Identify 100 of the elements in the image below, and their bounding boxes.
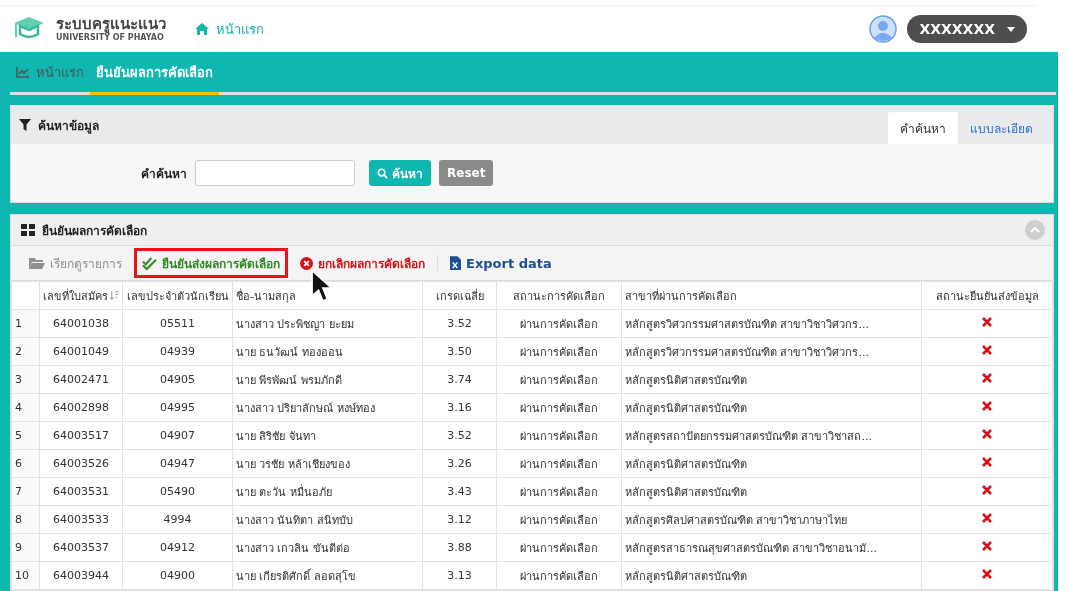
- cancel-circle-icon: [300, 256, 313, 270]
- application-number-cell: 64002471: [39, 365, 123, 394]
- collapse-button[interactable]: [1025, 220, 1045, 240]
- student-id-cell: 4994: [122, 505, 233, 534]
- row-number: 4: [11, 393, 40, 422]
- gpa-cell: 3.88: [422, 533, 497, 562]
- user-avatar-icon[interactable]: [869, 15, 898, 43]
- program-cell: หลักสูตรสาธารณสุขศาสตรบัณฑิต สาขาวิชาอนามั...: [621, 533, 922, 562]
- name-cell: นาย สิริชัย จันทา: [232, 421, 423, 450]
- application-number-cell: 64001049: [39, 337, 123, 366]
- status-cell: ผ่านการคัดเลือก: [496, 393, 622, 422]
- gpa-cell: 3.50: [422, 337, 497, 366]
- gpa-cell: 3.12: [422, 505, 497, 534]
- status-cell: ผ่านการคัดเลือก: [496, 421, 622, 450]
- student-id-cell: 04907: [122, 421, 233, 450]
- application-number-header[interactable]: เลขที่ใบสมัคร: [39, 281, 123, 310]
- name-cell: นางสาว ปริยาลักษณ์ หงษ์ทอง: [232, 393, 423, 422]
- confirm-status-header[interactable]: สถานะยืนยันส่งข้อมูล: [921, 281, 1053, 310]
- program-cell: หลักสูตรนิติศาสตรบัณฑิต: [621, 365, 922, 394]
- status-cell: ผ่านการคัดเลือก: [496, 505, 622, 534]
- folder-icon: [29, 257, 45, 269]
- application-number-cell: 64003533: [39, 505, 123, 534]
- gpa-cell: 3.16: [422, 393, 497, 422]
- gpa-cell: 3.43: [422, 477, 497, 506]
- program-header[interactable]: สาขาที่ผ่านการคัดเลือก: [621, 281, 922, 310]
- search-field[interactable]: [195, 160, 355, 186]
- double-check-icon: [142, 256, 157, 270]
- status-cell: ผ่านการคัดเลือก: [496, 477, 622, 506]
- application-number-cell: 64001038: [39, 309, 123, 338]
- search-field-label: คำค้นหา: [141, 165, 187, 183]
- student-id-header[interactable]: เลขประจำตัวนักเรียน: [122, 281, 233, 310]
- gpa-header[interactable]: เกรดเฉลี่ย: [422, 281, 497, 310]
- row-number: 3: [11, 365, 40, 394]
- status-cell: ผ่านการคัดเลือก: [496, 449, 622, 478]
- line-chart-icon: [16, 66, 30, 78]
- app-title: ระบบครูแนะแนว: [56, 16, 166, 33]
- search-mode-tab[interactable]: แบบละเอียด: [958, 112, 1045, 144]
- name-cell: นางสาว เกวลิน ขันตีต่อ: [232, 533, 423, 562]
- gpa-cell: 3.74: [422, 365, 497, 394]
- gpa-cell: 3.13: [422, 561, 497, 590]
- search-panel-title: ค้นหาข้อมูล: [19, 115, 99, 135]
- gpa-cell: 3.52: [422, 309, 497, 338]
- student-id-cell: 04900: [122, 561, 233, 590]
- grid-icon: [21, 224, 35, 236]
- name-cell: นาย วรชัย หล้าเชียงของ: [232, 449, 423, 478]
- program-cell: หลักสูตรศิลปศาสตรบัณฑิต สาขาวิชาภาษาไทย: [621, 505, 922, 534]
- application-number-cell: 64002898: [39, 393, 123, 422]
- export-action-button[interactable]: Export data: [442, 248, 560, 278]
- status-cell: ผ่านการคัดเลือก: [496, 533, 622, 562]
- name-cell: นาย ธนวัฒน์ ทองออน: [232, 337, 423, 366]
- status-cell: ผ่านการคัดเลือก: [496, 365, 622, 394]
- program-cell: หลักสูตรสถาปัตยกรรมศาสตรบัณฑิต สาขาวิชาสถ...: [621, 421, 922, 450]
- status-header[interactable]: สถานะการคัดเลือก: [496, 281, 622, 310]
- university-name: UNIVERSITY OF PHAYAO: [56, 33, 164, 42]
- row-number: 8: [11, 505, 40, 534]
- program-cell: หลักสูตรนิติศาสตรบัณฑิต: [621, 393, 922, 422]
- row-number: 9: [11, 533, 40, 562]
- row-number: 10: [11, 561, 40, 590]
- name-cell: นางสาว นันทิตา สนิทบับ: [232, 505, 423, 534]
- row-number: 2: [11, 337, 40, 366]
- program-cell: หลักสูตรนิติศาสตรบัณฑิต: [621, 477, 922, 506]
- application-number-cell: 64003517: [39, 421, 123, 450]
- program-cell: หลักสูตรวิศวกรรมศาสตรบัณฑิต สาขาวิชาวิศวกร...: [621, 309, 922, 338]
- name-header[interactable]: ชื่อ-นามสกุล: [232, 281, 423, 310]
- student-id-cell: 05490: [122, 477, 233, 506]
- search-mode-tab[interactable]: คำค้นหา: [888, 112, 958, 144]
- application-number-cell: 64003944: [39, 561, 123, 590]
- gpa-cell: 3.52: [422, 421, 497, 450]
- results-panel-title: ยืนยันผลการคัดเลือก: [21, 220, 147, 240]
- student-id-cell: 04995: [122, 393, 233, 422]
- student-id-cell: 04912: [122, 533, 233, 562]
- student-id-cell: 04947: [122, 449, 233, 478]
- excel-file-icon: [450, 256, 461, 270]
- name-cell: นาย เกียรติศักดิ์ ลอดสุโข: [232, 561, 423, 590]
- chevron-up-icon: [1030, 227, 1040, 233]
- sort-icon: [110, 290, 119, 300]
- row-number: 1: [11, 309, 40, 338]
- name-cell: นาย ตะวัน หมื่นอภัย: [232, 477, 423, 506]
- home-icon: [194, 22, 210, 36]
- application-number-cell: 64003526: [39, 449, 123, 478]
- name-cell: นาย พีรพัฒน์ พรมภักดี: [232, 365, 423, 394]
- status-cell: ผ่านการคัดเลือก: [496, 337, 622, 366]
- confirm-action-button[interactable]: ยืนยันส่งผลการคัดเลือก: [134, 248, 288, 278]
- student-id-cell: 05511: [122, 309, 233, 338]
- program-cell: หลักสูตรนิติศาสตรบัณฑิต: [621, 449, 922, 478]
- application-number-cell: 64003531: [39, 477, 123, 506]
- gpa-cell: 3.26: [422, 449, 497, 478]
- name-cell: นางสาว ประพิชญา ยะยม: [232, 309, 423, 338]
- user-menu-button[interactable]: XXXXXXX: [907, 15, 1027, 43]
- row-number: 5: [11, 421, 40, 450]
- application-number-cell: 64003537: [39, 533, 123, 562]
- row-number: 7: [11, 477, 40, 506]
- filter-icon: [19, 119, 31, 131]
- row-number: 6: [11, 449, 40, 478]
- search-icon: [377, 167, 388, 179]
- student-id-cell: 04905: [122, 365, 233, 394]
- student-id-cell: 04939: [122, 337, 233, 366]
- caret-icon: [1007, 26, 1015, 32]
- program-cell: หลักสูตรนิติศาสตรบัณฑิต: [621, 561, 922, 590]
- status-cell: ผ่านการคัดเลือก: [496, 561, 622, 590]
